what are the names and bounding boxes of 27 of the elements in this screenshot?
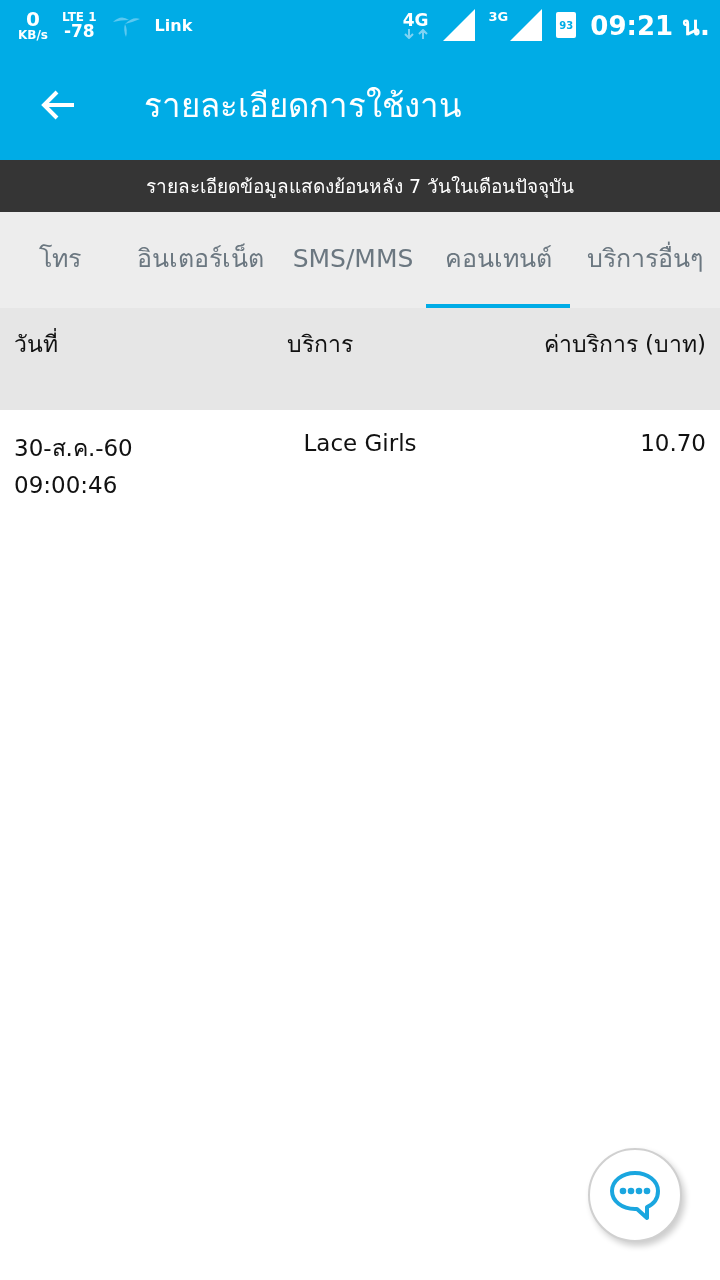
column-header: ค่าบริการ (บาท)	[542, 330, 706, 359]
notice-text: รายละเอียดข้อมูลแสดงย้อนหลัง 7 วันในเดือนปัจจุบัน	[145, 174, 575, 200]
column-header: บริการ	[286, 330, 354, 359]
network-speed: 0	[26, 9, 40, 29]
tab[interactable]: SMS/MMS	[280, 212, 426, 308]
tab[interactable]: โทร	[0, 212, 120, 308]
column-header: วันที่	[14, 326, 218, 410]
service-cell-text: Lace Girls	[302, 430, 418, 458]
signal-strength: -78	[63, 22, 95, 40]
battery-icon: 93	[556, 12, 577, 38]
data-type: 4G	[402, 11, 429, 29]
back-arrow-icon	[40, 89, 76, 121]
network-label: 3G	[488, 9, 509, 24]
time-cell-text: 09:00:46	[14, 472, 119, 498]
charge-cell-text: 10.70	[639, 430, 706, 458]
clock: 09:21 น.	[590, 9, 710, 43]
page-title: รายละเอียดการใช้งาน	[144, 84, 462, 127]
speed-unit: KB/s	[18, 29, 48, 41]
signal-icon	[510, 9, 543, 41]
date-cell-text: 30-ส.ค.-60	[14, 434, 134, 463]
tab[interactable]: อินเตอร์เน็ต	[120, 212, 280, 308]
chat-bubble-icon	[607, 1169, 663, 1221]
tab[interactable]: บริการอื่นๆ	[570, 212, 720, 308]
data-arrows-icon	[402, 28, 429, 39]
network-label: LTE 1	[62, 10, 97, 23]
carrier-name: Link	[154, 15, 193, 35]
signal-icon	[442, 9, 475, 41]
